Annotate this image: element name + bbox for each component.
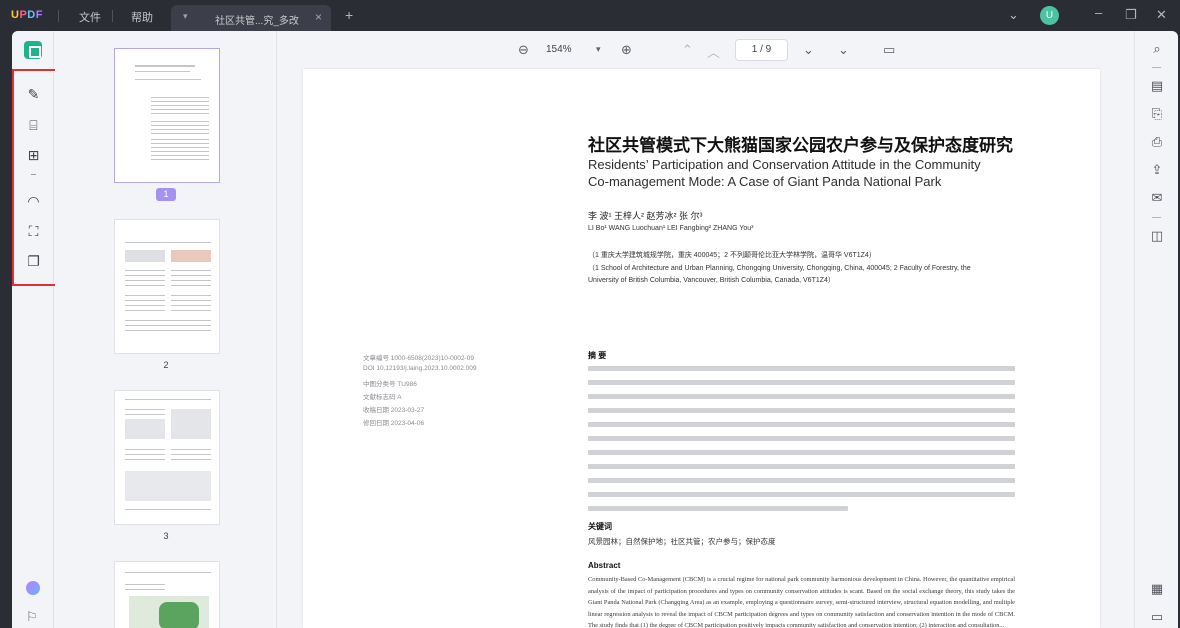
tool-rail: ✎ ⌸ ⊞ ◠ ⛶ ❐ ⚐ [12,31,67,628]
crop-icon[interactable]: ⛶ [25,223,42,240]
previous-page-icon[interactable]: ︿ [707,42,720,61]
abstract-text-en: Community-Based Co-Management (CBCM) is … [588,576,1015,628]
keywords-text: 风景园林；自然保护地；社区共管；农户参与；保护态度 [588,537,776,546]
avatar[interactable]: U [1040,6,1059,25]
divider [1152,217,1161,218]
document-tab[interactable]: ▾ 社区共管...究_多改 × [171,5,331,31]
abstract-text-line [588,436,1015,441]
chevron-down-icon[interactable]: ⌄ [1008,7,1019,23]
thumbnail-page-number: 2 [163,360,169,370]
abstract-text-line [588,366,1015,371]
thumbnail-page-number: 3 [163,531,169,541]
divider [58,10,59,22]
protect-document-icon[interactable]: ⎙ [1149,134,1165,150]
tab-dropdown-icon[interactable]: ▾ [183,11,188,22]
abstract-heading-en: Abstract [588,561,621,570]
share-icon[interactable]: ⇪ [1149,162,1165,178]
menu-file[interactable]: 文件 [79,9,101,25]
authors-cn: 李 波¹ 王梓人² 赵芳冰² 张 尔³ [588,211,703,221]
updf-logo: UPDF [11,9,43,21]
reader-icon[interactable] [24,41,42,59]
tab-close-icon[interactable]: × [315,10,322,24]
menu-help[interactable]: 帮助 [131,9,153,25]
thumbnail-page-number: 1 [156,188,176,201]
compare-icon[interactable]: ◫ [1149,228,1165,244]
convert-icon[interactable]: ⎘ [1149,106,1165,122]
bookmark-icon[interactable]: ⚐ [26,609,38,625]
abstract-text-line [588,394,1015,399]
abstract-heading-cn: 摘 要 [588,351,607,360]
abstract-text-line [588,478,1015,483]
search-icon[interactable]: ⌕ [1149,41,1165,57]
affiliation-en-2: University of British Columbia, Vancouve… [588,277,835,284]
ai-assistant-icon[interactable] [26,581,40,595]
close-icon[interactable]: ✕ [1156,7,1167,23]
affiliation-en-1: （1 School of Architecture and Urban Plan… [588,265,971,272]
restore-icon[interactable]: ❐ [1125,7,1137,23]
form-icon[interactable]: ⊞ [25,147,42,164]
abstract-text-line [588,408,1015,413]
title-bar: UPDF 文件 帮助 ▾ 社区共管...究_多改 × + ⌄ U – ❐ ✕ [0,0,1180,31]
pdf-page: 社区共管模式下大熊猫国家公园农户参与及保护态度研究 Residents’ Par… [303,69,1100,628]
meta-received-date: 收稿日期 2023-03-27 [363,407,425,414]
zoom-in-icon[interactable]: ⊕ [621,42,632,58]
protect-icon[interactable]: ◠ [25,193,42,210]
new-tab-button[interactable]: + [345,7,353,23]
meta-doi: DOI 10.12193/j.laing.2023.10.0002.009 [363,365,477,372]
abstract-text-line [588,422,1015,427]
divider [31,174,36,175]
paper-title-en-line1: Residents’ Participation and Conservatio… [588,157,981,172]
abstract-text-line [588,506,848,511]
meta-article-number: 文章编号 1000-6508(2023)10-0002-09 [363,355,474,362]
thumbnail-page-3[interactable] [114,390,220,525]
divider [112,10,113,22]
plugin-icon[interactable]: ▦ [1149,581,1165,597]
divider [1152,67,1161,68]
paper-title-cn: 社区共管模式下大熊猫国家公园农户参与及保护态度研究 [588,136,1013,156]
authors-en: LI Bo¹ WANG Luochuan¹ LEI Fangbing² ZHAN… [588,225,754,232]
right-tool-rail: ⌕ ▤ ⎘ ⎙ ⇪ ✉ ◫ ▦ ▭ [1134,31,1178,628]
next-page-icon[interactable]: ⌄ [803,42,814,58]
minimize-icon[interactable]: – [1095,5,1102,20]
paper-title-en-line2: Co-management Mode: A Case of Giant Pand… [588,174,942,189]
affiliation-cn: （1 重庆大学建筑城规学院，重庆 400045；2 不列颠哥伦比亚大学林学院，温… [588,252,876,259]
zoom-dropdown-icon[interactable]: ▾ [596,44,601,55]
abstract-text-line [588,380,1015,385]
meta-revised-date: 修回日期 2023-04-06 [363,420,425,427]
first-page-icon[interactable]: ⌃ [682,42,693,58]
keywords-heading: 关键词 [588,522,612,531]
meta-classification: 中图分类号 TU986 [363,381,417,388]
email-icon[interactable]: ✉ [1149,190,1165,206]
tab-title: 社区共管...究_多改 [215,16,299,27]
app-window: ✎ ⌸ ⊞ ◠ ⛶ ❐ ⚐ 1 2 3 ⊖ 154% ▾ ⊕ ⌃ ︿ 1 / 9… [12,31,1178,628]
edit-pdf-icon[interactable]: ⌸ [25,117,42,134]
meta-document-code: 文献标志码 A [363,394,402,401]
abstract-text-line [588,492,1015,497]
thumbnail-page-1[interactable] [114,48,220,183]
thumbnail-page-4[interactable] [114,561,220,628]
thumbnail-page-2[interactable] [114,219,220,354]
thumbnail-panel: 1 2 3 [55,31,277,628]
presentation-icon[interactable]: ▭ [883,42,895,58]
comment-icon[interactable]: ▭ [1149,609,1165,625]
view-toolbar: ⊖ 154% ▾ ⊕ ⌃ ︿ 1 / 9 ⌄ ⌄ ▭ [278,31,1132,69]
comment-tool-icon[interactable]: ✎ [25,86,42,103]
abstract-text-line [588,450,1015,455]
ocr-icon[interactable]: ▤ [1149,78,1165,94]
abstract-text-line [588,464,1015,469]
organize-pages-icon[interactable]: ❐ [25,253,42,270]
zoom-level[interactable]: 154% [546,44,572,55]
page-number-input[interactable]: 1 / 9 [735,39,788,61]
zoom-out-icon[interactable]: ⊖ [518,42,529,58]
last-page-icon[interactable]: ⌄ [838,42,849,58]
